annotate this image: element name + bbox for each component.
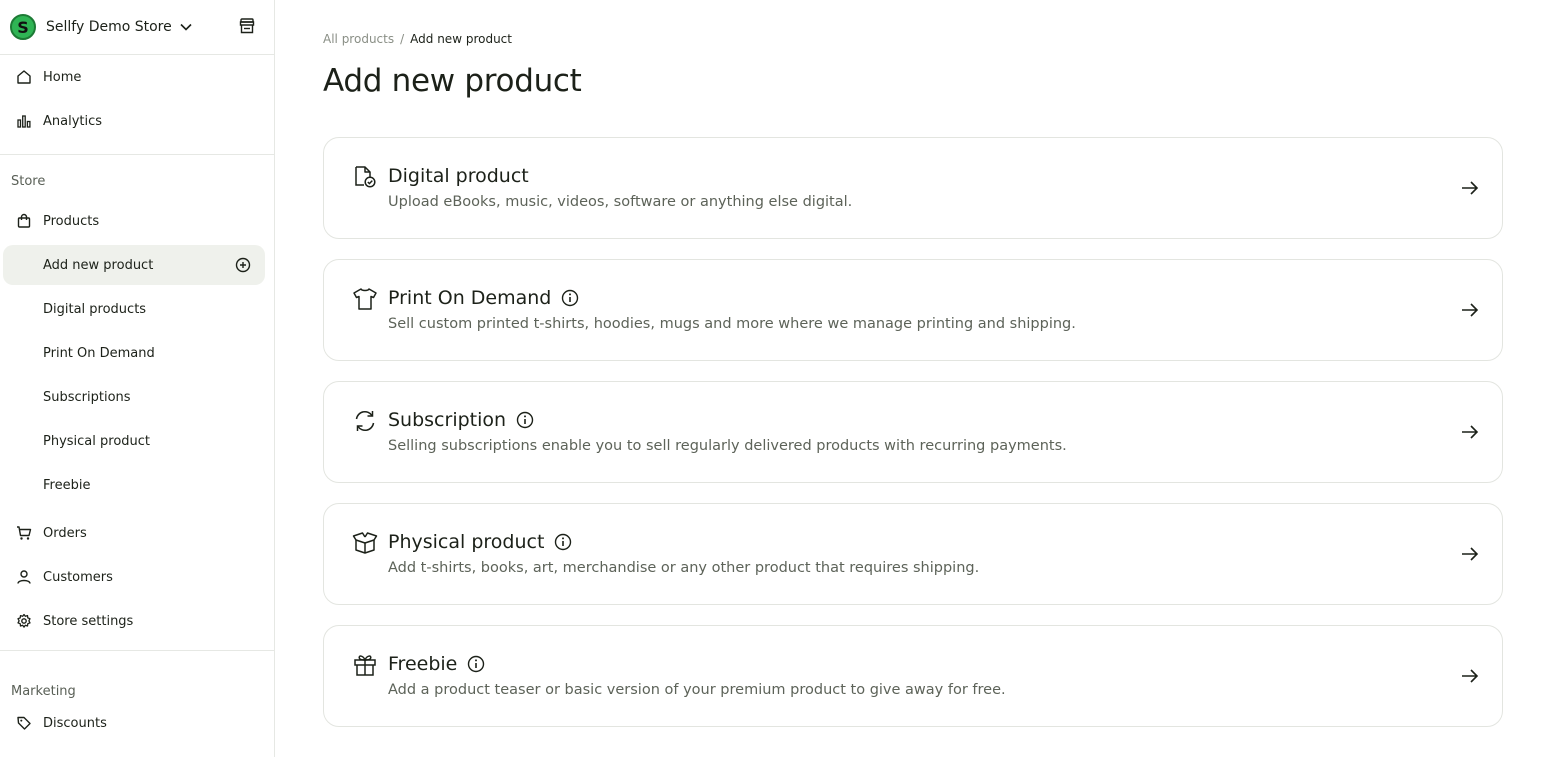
nav-customers[interactable]: Customers [0, 555, 274, 599]
subnav-physical-product[interactable]: Physical product [0, 419, 274, 463]
subnav-digital-products[interactable]: Digital products [0, 287, 274, 331]
product-type-title: Physical product [388, 531, 545, 553]
shopping-bag-icon [16, 213, 32, 229]
gear-icon [16, 613, 32, 629]
info-icon[interactable] [561, 289, 579, 307]
main-content: All products / Add new product Add new p… [323, 0, 1503, 747]
product-type-list: Digital product Upload eBooks, music, vi… [323, 137, 1503, 727]
product-type-description: Add a product teaser or basic version of… [388, 682, 1006, 698]
product-type-card-physical[interactable]: Physical product Add t-shirts, books, ar… [323, 503, 1503, 605]
store-logo: S [10, 14, 36, 40]
subnav-print-on-demand[interactable]: Print On Demand [0, 331, 274, 375]
nav-store-settings[interactable]: Store settings [0, 599, 274, 643]
product-type-description: Upload eBooks, music, videos, software o… [388, 194, 853, 210]
nav-discounts[interactable]: Discounts [0, 701, 274, 745]
nav-discounts-label: Discounts [43, 715, 107, 731]
product-type-title: Freebie [388, 653, 458, 675]
product-type-card-freebie[interactable]: Freebie Add a product teaser or basic ve… [323, 625, 1503, 727]
plus-circle-icon[interactable] [235, 257, 251, 273]
sidebar: S Sellfy Demo Store Home Analytics Store… [0, 0, 275, 757]
arrow-right-icon [1460, 422, 1480, 442]
nav-orders-label: Orders [43, 525, 87, 541]
nav-analytics-label: Analytics [43, 113, 103, 129]
nav-products-label: Products [43, 213, 100, 229]
tag-icon [16, 715, 32, 731]
breadcrumb-current: Add new product [410, 32, 512, 46]
subnav-subscriptions[interactable]: Subscriptions [0, 375, 274, 419]
nav-store-settings-label: Store settings [43, 613, 134, 629]
storefront-icon[interactable] [238, 17, 256, 35]
cart-icon [16, 525, 32, 541]
product-type-description: Add t-shirts, books, art, merchandise or… [388, 560, 980, 576]
arrow-right-icon [1460, 544, 1480, 564]
subnav-add-new-product[interactable]: Add new product [3, 245, 265, 285]
open-box-icon [352, 530, 378, 556]
nav-orders[interactable]: Orders [0, 511, 274, 555]
gift-icon [352, 652, 378, 678]
info-icon[interactable] [554, 533, 572, 551]
tshirt-icon [352, 286, 378, 312]
store-switcher[interactable]: S Sellfy Demo Store [0, 0, 274, 55]
product-type-title: Print On Demand [388, 287, 552, 309]
product-type-card-print-on-demand[interactable]: Print On Demand Sell custom printed t-sh… [323, 259, 1503, 361]
arrow-right-icon [1460, 666, 1480, 686]
product-type-description: Selling subscriptions enable you to sell… [388, 438, 1067, 454]
arrow-right-icon [1460, 300, 1480, 320]
digital-file-icon [352, 164, 378, 190]
breadcrumb: All products / Add new product [323, 31, 1503, 47]
nav-analytics[interactable]: Analytics [0, 99, 274, 143]
subnav-add-new-product-label: Add new product [43, 257, 154, 273]
store-name: Sellfy Demo Store [46, 19, 172, 35]
product-type-card-subscription[interactable]: Subscription Selling subscriptions enabl… [323, 381, 1503, 483]
breadcrumb-separator: / [400, 32, 405, 46]
nav-home[interactable]: Home [0, 55, 274, 99]
breadcrumb-all-products[interactable]: All products [323, 32, 394, 46]
nav-home-label: Home [43, 69, 82, 85]
nav-products[interactable]: Products [0, 199, 274, 243]
subnav-freebie[interactable]: Freebie [0, 463, 274, 507]
home-icon [16, 69, 32, 85]
product-type-title: Digital product [388, 165, 529, 187]
info-icon[interactable] [467, 655, 485, 673]
refresh-icon [352, 408, 378, 434]
bar-chart-icon [16, 113, 32, 129]
product-type-description: Sell custom printed t-shirts, hoodies, m… [388, 316, 1076, 332]
user-icon [16, 569, 32, 585]
chevron-down-icon [180, 23, 192, 31]
nav-customers-label: Customers [43, 569, 113, 585]
info-icon[interactable] [516, 411, 534, 429]
product-type-card-digital[interactable]: Digital product Upload eBooks, music, vi… [323, 137, 1503, 239]
arrow-right-icon [1460, 178, 1480, 198]
product-type-title: Subscription [388, 409, 507, 431]
page-title: Add new product [323, 63, 582, 99]
